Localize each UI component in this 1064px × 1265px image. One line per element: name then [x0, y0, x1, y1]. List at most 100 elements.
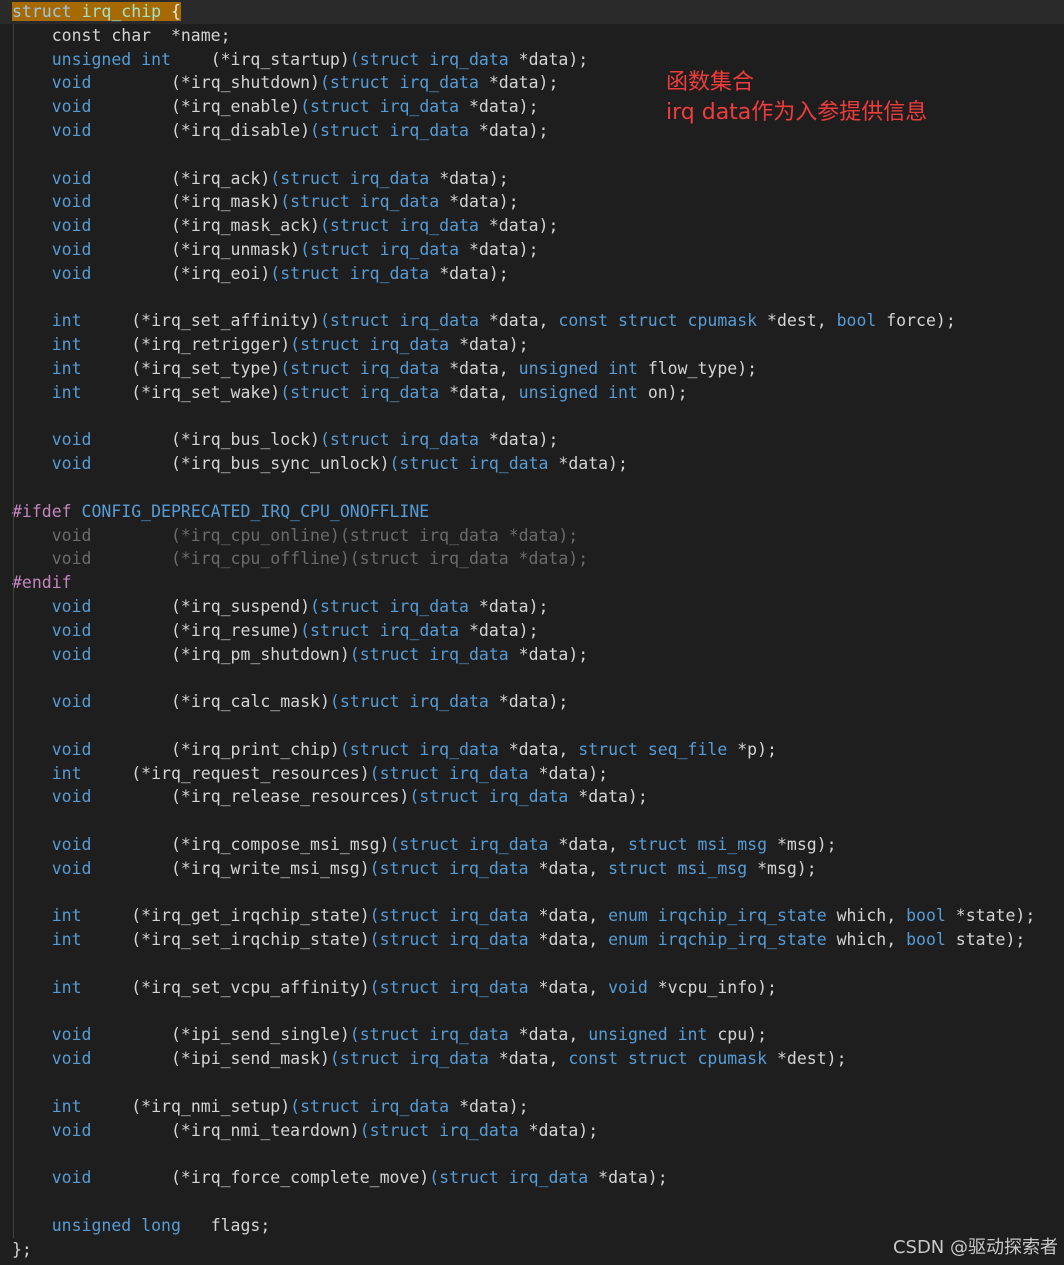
code-line[interactable]: void (*irq_enable)(struct irq_data *data…: [0, 95, 539, 119]
code-token: bool: [906, 906, 956, 926]
code-line[interactable]: [0, 476, 12, 500]
code-line[interactable]: void (*irq_shutdown)(struct irq_data *da…: [0, 71, 559, 95]
code-line[interactable]: int (*irq_retrigger)(struct irq_data *da…: [0, 333, 529, 357]
code-token: int: [12, 763, 82, 783]
code-token: };: [12, 1239, 32, 1259]
code-token: (*irq_set_vcpu_affinity): [81, 977, 370, 997]
code-line[interactable]: void (*ipi_send_mask)(struct irq_data *d…: [0, 1047, 847, 1071]
code-line[interactable]: void (*irq_ack)(struct irq_data *data);: [0, 167, 509, 191]
code-token: *data);: [518, 49, 589, 69]
code-editor[interactable]: struct irq_chip { const char *name; unsi…: [0, 0, 1064, 1265]
code-token: cpu);: [717, 1025, 768, 1045]
code-line[interactable]: void (*irq_print_chip)(struct irq_data *…: [0, 738, 777, 762]
code-token: (*irq_compose_msi_msg): [91, 835, 390, 854]
code-token: (struct irq_data: [319, 311, 489, 331]
code-line[interactable]: unsigned long flags;: [0, 1214, 271, 1238]
code-line[interactable]: [0, 286, 12, 310]
code-token: bool: [906, 930, 956, 950]
code-token: which,: [836, 930, 907, 950]
code-line[interactable]: [0, 666, 12, 690]
code-line[interactable]: void (*irq_bus_sync_unlock)(struct irq_d…: [0, 452, 628, 476]
code-line[interactable]: void (*irq_disable)(struct irq_data *dat…: [0, 119, 549, 143]
code-line[interactable]: void (*irq_release_resources)(struct irq…: [0, 785, 648, 809]
code-line[interactable]: void (*irq_mask)(struct irq_data *data);: [0, 190, 519, 214]
code-line[interactable]: [0, 714, 12, 738]
code-token: int: [12, 977, 82, 997]
code-line[interactable]: void (*ipi_send_single)(struct irq_data …: [0, 1023, 767, 1047]
code-line[interactable]: #endif: [0, 571, 72, 595]
code-line[interactable]: int (*irq_set_irqchip_state)(struct irq_…: [0, 928, 1026, 952]
code-token: void: [12, 263, 92, 283]
code-line[interactable]: };: [0, 1238, 32, 1262]
code-line[interactable]: void (*irq_compose_msi_msg)(struct irq_d…: [0, 833, 837, 857]
code-token: const struct cpumask: [568, 1049, 777, 1069]
code-line[interactable]: void (*irq_eoi)(struct irq_data *data);: [0, 262, 509, 286]
code-token: #ifdef: [12, 501, 82, 521]
code-token: *data);: [558, 454, 628, 474]
code-token: (struct irq_data: [369, 858, 539, 878]
code-token: *data);: [578, 787, 648, 807]
code-token: (struct irq_data: [300, 97, 469, 117]
code-line[interactable]: [0, 952, 12, 976]
code-token: (*irq_mask): [91, 192, 281, 212]
code-token: int: [12, 906, 82, 926]
code-line[interactable]: [0, 1190, 12, 1214]
code-line[interactable]: int (*irq_set_affinity)(struct irq_data …: [0, 309, 956, 333]
code-token: [161, 2, 171, 21]
code-line[interactable]: void (*irq_pm_shutdown)(struct irq_data …: [0, 643, 588, 667]
code-token: (*irq_force_complete_move): [91, 1168, 430, 1188]
code-line[interactable]: const char *name;: [0, 24, 231, 48]
code-line[interactable]: #ifdef CONFIG_DEPRECATED_IRQ_CPU_ONOFFLI…: [0, 500, 429, 524]
code-line[interactable]: [0, 405, 12, 429]
code-line[interactable]: void (*irq_cpu_offline)(struct irq_data …: [0, 547, 588, 571]
code-token: *data);: [459, 335, 529, 355]
code-token: on);: [647, 382, 688, 402]
code-line[interactable]: int (*irq_set_vcpu_affinity)(struct irq_…: [0, 976, 777, 1000]
code-line[interactable]: void (*irq_unmask)(struct irq_data *data…: [0, 238, 539, 262]
code-line[interactable]: int (*irq_set_type)(struct irq_data *dat…: [0, 357, 757, 381]
code-token: (*irq_set_affinity): [81, 311, 320, 331]
code-token: void: [12, 1120, 92, 1140]
code-line[interactable]: void (*irq_write_msi_msg)(struct irq_dat…: [0, 857, 817, 881]
code-line[interactable]: [0, 1142, 12, 1166]
code-line[interactable]: void (*irq_nmi_teardown)(struct irq_data…: [0, 1119, 598, 1143]
code-line[interactable]: [0, 881, 12, 905]
code-token: state);: [955, 930, 1026, 950]
code-line[interactable]: struct irq_chip {: [0, 0, 1064, 24]
annotation: 函数集合 irq data作为入参提供信息: [666, 68, 927, 128]
code-token: (struct irq_data: [389, 454, 559, 474]
code-token: (struct irq_data: [429, 1168, 599, 1188]
code-token: void: [12, 644, 92, 664]
code-token: *data);: [488, 73, 559, 93]
code-line[interactable]: [0, 143, 12, 167]
code-line[interactable]: void (*irq_bus_lock)(struct irq_data *da…: [0, 428, 559, 452]
code-token: (*irq_mask_ack): [91, 216, 320, 236]
code-token: enum irqchip_irq_state: [608, 930, 837, 950]
code-line[interactable]: [0, 1071, 12, 1095]
code-line[interactable]: void (*irq_resume)(struct irq_data *data…: [0, 619, 539, 643]
code-token: (*irq_pm_shutdown): [91, 644, 350, 664]
code-line[interactable]: int (*irq_request_resources)(struct irq_…: [0, 762, 608, 786]
code-line[interactable]: void (*irq_mask_ack)(struct irq_data *da…: [0, 214, 559, 238]
code-token: (struct irq_data: [319, 73, 489, 93]
annotation-line-1: 函数集合: [666, 70, 755, 95]
code-token: int: [12, 335, 82, 355]
code-line[interactable]: void (*irq_cpu_online)(struct irq_data *…: [0, 524, 579, 548]
code-token: (struct irq_data: [369, 977, 539, 997]
code-token: *dest);: [776, 1049, 847, 1069]
code-line[interactable]: void (*irq_force_complete_move)(struct i…: [0, 1166, 668, 1190]
code-line[interactable]: int (*irq_nmi_setup)(struct irq_data *da…: [0, 1095, 529, 1119]
code-line[interactable]: int (*irq_get_irqchip_state)(struct irq_…: [0, 904, 1036, 928]
code-line[interactable]: void (*irq_calc_mask)(struct irq_data *d…: [0, 690, 569, 714]
code-token: (*irq_enable): [91, 97, 301, 117]
code-token: void: [12, 168, 92, 188]
code-token: *data,: [508, 739, 579, 759]
code-token: (struct irq_data: [270, 168, 440, 188]
code-line[interactable]: int (*irq_set_wake)(struct irq_data *dat…: [0, 381, 688, 405]
code-token: (struct irq_data: [389, 835, 559, 854]
code-line[interactable]: void (*irq_suspend)(struct irq_data *dat…: [0, 595, 549, 619]
code-line[interactable]: [0, 809, 12, 833]
code-line[interactable]: unsigned int (*irq_startup)(struct irq_d…: [0, 48, 588, 72]
code-line[interactable]: [0, 1000, 12, 1024]
code-token: [71, 2, 82, 21]
